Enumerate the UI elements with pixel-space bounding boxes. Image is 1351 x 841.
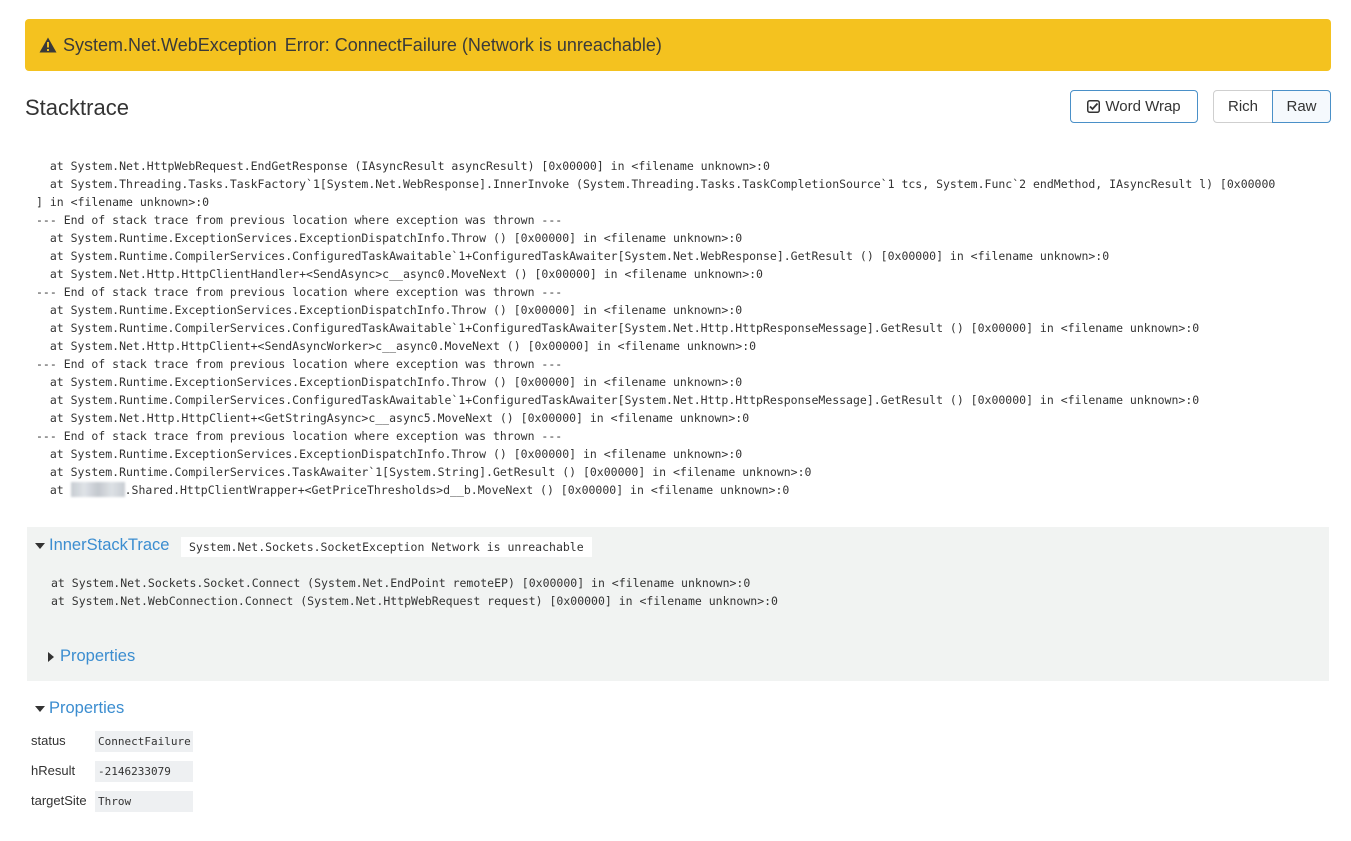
- property-label-targetsite: targetSite: [31, 793, 87, 808]
- trace-line: --- End of stack trace from previous loc…: [36, 429, 563, 443]
- inner-exception-message: System.Net.Sockets.SocketException Netwo…: [181, 537, 592, 557]
- trace-line: at System.Runtime.CompilerServices.Confi…: [36, 393, 1200, 407]
- inner-stacktrace-toggle[interactable]: InnerStackTrace: [35, 536, 169, 555]
- trace-line: at System.Net.HttpWebRequest.EndGetRespo…: [36, 159, 770, 173]
- trace-line: --- End of stack trace from previous loc…: [36, 357, 563, 371]
- trace-line: at System.Runtime.CompilerServices.Confi…: [36, 321, 1200, 335]
- trace-line: at System.Net.Http.HttpClientHandler+<Se…: [36, 267, 763, 281]
- trace-line: at System.Threading.Tasks.TaskFactory`1[…: [36, 177, 1276, 191]
- word-wrap-label: Word Wrap: [1105, 98, 1181, 115]
- trace-line: at System.Runtime.ExceptionServices.Exce…: [36, 231, 743, 245]
- caret-down-icon: [35, 542, 45, 549]
- trace-line: at System.Net.Http.HttpClient+<SendAsync…: [36, 339, 757, 353]
- word-wrap-button[interactable]: Word Wrap: [1070, 90, 1198, 123]
- properties-toggle[interactable]: Properties: [35, 699, 124, 718]
- warning-icon: [39, 37, 57, 53]
- property-value-targetsite: Throw: [95, 791, 193, 812]
- exception-message: Error: ConnectFailure (Network is unreac…: [284, 34, 662, 55]
- checkbox-checked-icon: [1087, 100, 1101, 113]
- property-value-hresult: -2146233079: [95, 761, 193, 782]
- rich-view-button[interactable]: Rich: [1213, 90, 1273, 123]
- property-label-hresult: hResult: [31, 763, 76, 778]
- trace-line: --- End of stack trace from previous loc…: [36, 213, 563, 227]
- raw-view-button[interactable]: Raw: [1272, 90, 1331, 123]
- trace-line-prefix: at: [36, 483, 71, 497]
- trace-line-suffix: .Shared.HttpClientWrapper+<GetPriceThres…: [124, 483, 790, 497]
- property-value-status: ConnectFailure: [95, 731, 193, 752]
- trace-line: at System.Net.WebConnection.Connect (Sys…: [51, 594, 778, 608]
- trace-line: ] in <filename unknown>:0: [36, 195, 210, 209]
- exception-type: System.Net.WebException: [63, 34, 277, 55]
- inner-properties-label: Properties: [60, 647, 136, 665]
- properties-label: Properties: [49, 699, 125, 717]
- property-label-status: status: [31, 733, 66, 748]
- inner-stacktrace-text: at System.Net.Sockets.Socket.Connect (Sy…: [51, 574, 778, 610]
- trace-line: at System.Net.Sockets.Socket.Connect (Sy…: [51, 576, 751, 590]
- trace-line: at System.Runtime.CompilerServices.TaskA…: [36, 465, 812, 479]
- trace-line: --- End of stack trace from previous loc…: [36, 285, 563, 299]
- inner-properties-toggle[interactable]: Properties: [48, 647, 135, 666]
- inner-stacktrace-label: InnerStackTrace: [49, 536, 170, 554]
- page-title: Stacktrace: [25, 95, 129, 120]
- error-banner: System.Net.WebException Error: ConnectFa…: [25, 19, 1331, 71]
- trace-line: at System.Net.Http.HttpClient+<GetString…: [36, 411, 750, 425]
- redacted-namespace: [70, 482, 125, 497]
- trace-line: at System.Runtime.ExceptionServices.Exce…: [36, 375, 743, 389]
- trace-line: at System.Runtime.CompilerServices.Confi…: [36, 249, 1110, 263]
- stacktrace-text: at System.Net.HttpWebRequest.EndGetRespo…: [36, 157, 1275, 499]
- trace-line: at System.Runtime.ExceptionServices.Exce…: [36, 447, 743, 461]
- caret-down-icon: [35, 705, 45, 712]
- trace-line: at System.Runtime.ExceptionServices.Exce…: [36, 303, 743, 317]
- caret-right-icon: [48, 651, 54, 662]
